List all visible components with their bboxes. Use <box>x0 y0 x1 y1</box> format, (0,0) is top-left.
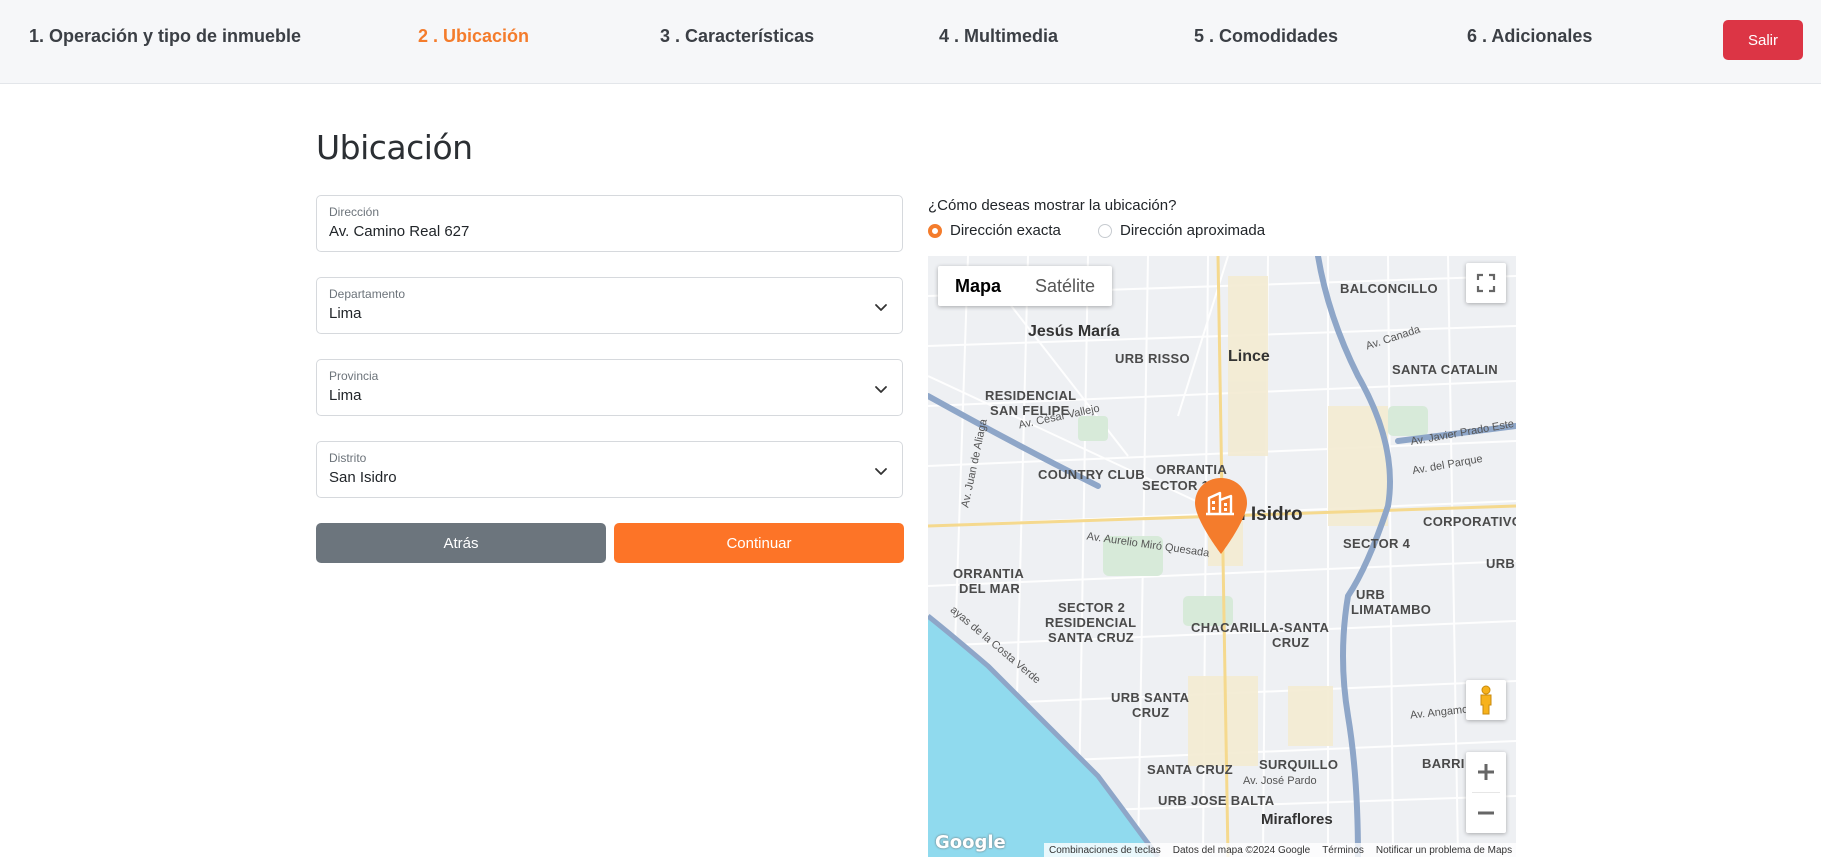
map-label-balconcillo: BALCONCILLO <box>1340 281 1438 296</box>
radio-unchecked-icon[interactable] <box>1098 223 1112 238</box>
radio-checked-icon[interactable] <box>928 223 942 238</box>
map-label-jesus-maria: Jesús María <box>1028 323 1120 340</box>
stepper-bar: 1. Operación y tipo de inmueble 2 . Ubic… <box>0 0 1821 84</box>
map-label-barrio: BARRI <box>1422 756 1465 771</box>
exit-button[interactable]: Salir <box>1723 20 1803 60</box>
map-label-country-club: COUNTRY CLUB <box>1038 467 1145 482</box>
map-label-del-mar: DEL MAR <box>959 581 1021 596</box>
map-label-urb-limatambo: URB <box>1356 587 1386 602</box>
terms-link[interactable]: Términos <box>1322 845 1364 856</box>
chevron-down-icon <box>875 386 887 393</box>
keyboard-shortcuts-link[interactable]: Combinaciones de teclas <box>1049 845 1161 856</box>
fullscreen-icon <box>1476 273 1496 293</box>
province-select[interactable]: Provincia Lima <box>316 359 903 416</box>
chevron-down-icon <box>875 304 887 311</box>
map-data-text: Datos del mapa ©2024 Google <box>1172 844 1311 856</box>
map-label-santa-cruz: SANTA CRUZ <box>1147 762 1234 777</box>
map-label-sector-4: SECTOR 4 <box>1343 536 1411 551</box>
back-button[interactable]: Atrás <box>316 523 606 563</box>
pegman-icon <box>1480 685 1492 715</box>
map-label-santa-catalina: SANTA CATALIN <box>1392 362 1498 377</box>
map-label-residencial-sc: RESIDENCIAL <box>1045 615 1137 630</box>
zoom-out-button[interactable] <box>1466 793 1506 833</box>
step-adicionales[interactable]: 6 . Adicionales <box>1467 26 1592 47</box>
page-title: Ubicación <box>316 128 473 167</box>
district-select[interactable]: Distrito San Isidro <box>316 441 903 498</box>
address-field[interactable]: Dirección Av. Camino Real 627 <box>316 195 903 252</box>
map-type-toggle: Mapa Satélite <box>938 266 1113 306</box>
google-logo[interactable]: Google <box>935 832 1006 853</box>
province-value: Lima <box>329 387 362 404</box>
map-road-jose-pardo: Av. José Pardo <box>1243 775 1317 787</box>
step-operacion[interactable]: 1. Operación y tipo de inmueble <box>29 26 301 47</box>
department-value: Lima <box>329 305 362 322</box>
map-label-urb: URB <box>1486 556 1516 571</box>
map-label-chacarilla-cruz: CRUZ <box>1272 635 1310 650</box>
map-label-miraflores: Miraflores <box>1261 811 1333 828</box>
continue-button[interactable]: Continuar <box>614 523 904 563</box>
province-label: Provincia <box>329 369 379 383</box>
department-select[interactable]: Departamento Lima <box>316 277 903 334</box>
map-label-surquillo: SURQUILLO <box>1259 757 1339 772</box>
map-label-lince: Lince <box>1228 348 1270 365</box>
map-label-urb-risso: URB RISSO <box>1115 351 1190 366</box>
map-attribution: Combinaciones de teclas Datos del mapa ©… <box>1044 843 1516 857</box>
address-label: Dirección <box>329 205 380 219</box>
map-label-sector-2: SECTOR 2 <box>1058 600 1126 615</box>
map-label-urb-santa: URB SANTA <box>1111 690 1190 705</box>
zoom-in-button[interactable] <box>1466 752 1506 792</box>
map-label-santa-cruz-sector: SANTA CRUZ <box>1048 630 1135 645</box>
minus-icon <box>1478 811 1494 815</box>
radio-exact-address[interactable]: Dirección exacta <box>928 222 1061 239</box>
district-label: Distrito <box>329 451 367 465</box>
map-label-limatambo: LIMATAMBO <box>1351 602 1432 617</box>
plus-icon <box>1478 764 1494 780</box>
step-multimedia[interactable]: 4 . Multimedia <box>939 26 1058 47</box>
department-label: Departamento <box>329 287 406 301</box>
location-pin-icon[interactable] <box>1193 476 1249 556</box>
report-problem-link[interactable]: Notificar un problema de Maps <box>1376 845 1512 856</box>
zoom-controls <box>1466 752 1506 833</box>
map-type-map-button[interactable]: Mapa <box>938 266 1018 306</box>
radio-approx-address[interactable]: Dirección aproximada <box>1098 222 1265 239</box>
map-label-corporativo: CORPORATIVO <box>1423 514 1516 529</box>
map-label-chacarilla: CHACARILLA-SANTA <box>1191 620 1330 635</box>
fullscreen-button[interactable] <box>1466 263 1506 303</box>
map-label-urb-santa-cruz: CRUZ <box>1132 705 1170 720</box>
location-display-question: ¿Cómo deseas mostrar la ubicación? <box>928 197 1177 214</box>
map-label-orrantia: ORRANTIA <box>1156 462 1228 477</box>
step-ubicacion[interactable]: 2 . Ubicación <box>418 26 529 47</box>
district-value: San Isidro <box>329 469 397 486</box>
chevron-down-icon <box>875 468 887 475</box>
map-label-urb-jose-balta: URB JOSE BALTA <box>1158 793 1275 808</box>
step-caracteristicas[interactable]: 3 . Características <box>660 26 814 47</box>
map-label-residencial: RESIDENCIAL <box>985 388 1077 403</box>
address-value[interactable]: Av. Camino Real 627 <box>329 223 469 240</box>
radio-approx-label: Dirección aproximada <box>1120 222 1266 239</box>
map-type-satellite-button[interactable]: Satélite <box>1018 266 1112 306</box>
radio-exact-label: Dirección exacta <box>950 222 1061 239</box>
map-label-orrantia-mar: ORRANTIA <box>953 566 1025 581</box>
step-comodidades[interactable]: 5 . Comodidades <box>1194 26 1338 47</box>
street-view-button[interactable] <box>1466 680 1506 720</box>
map-view[interactable]: BALCONCILLO Jesús María URB RISSO Lince … <box>928 256 1516 857</box>
